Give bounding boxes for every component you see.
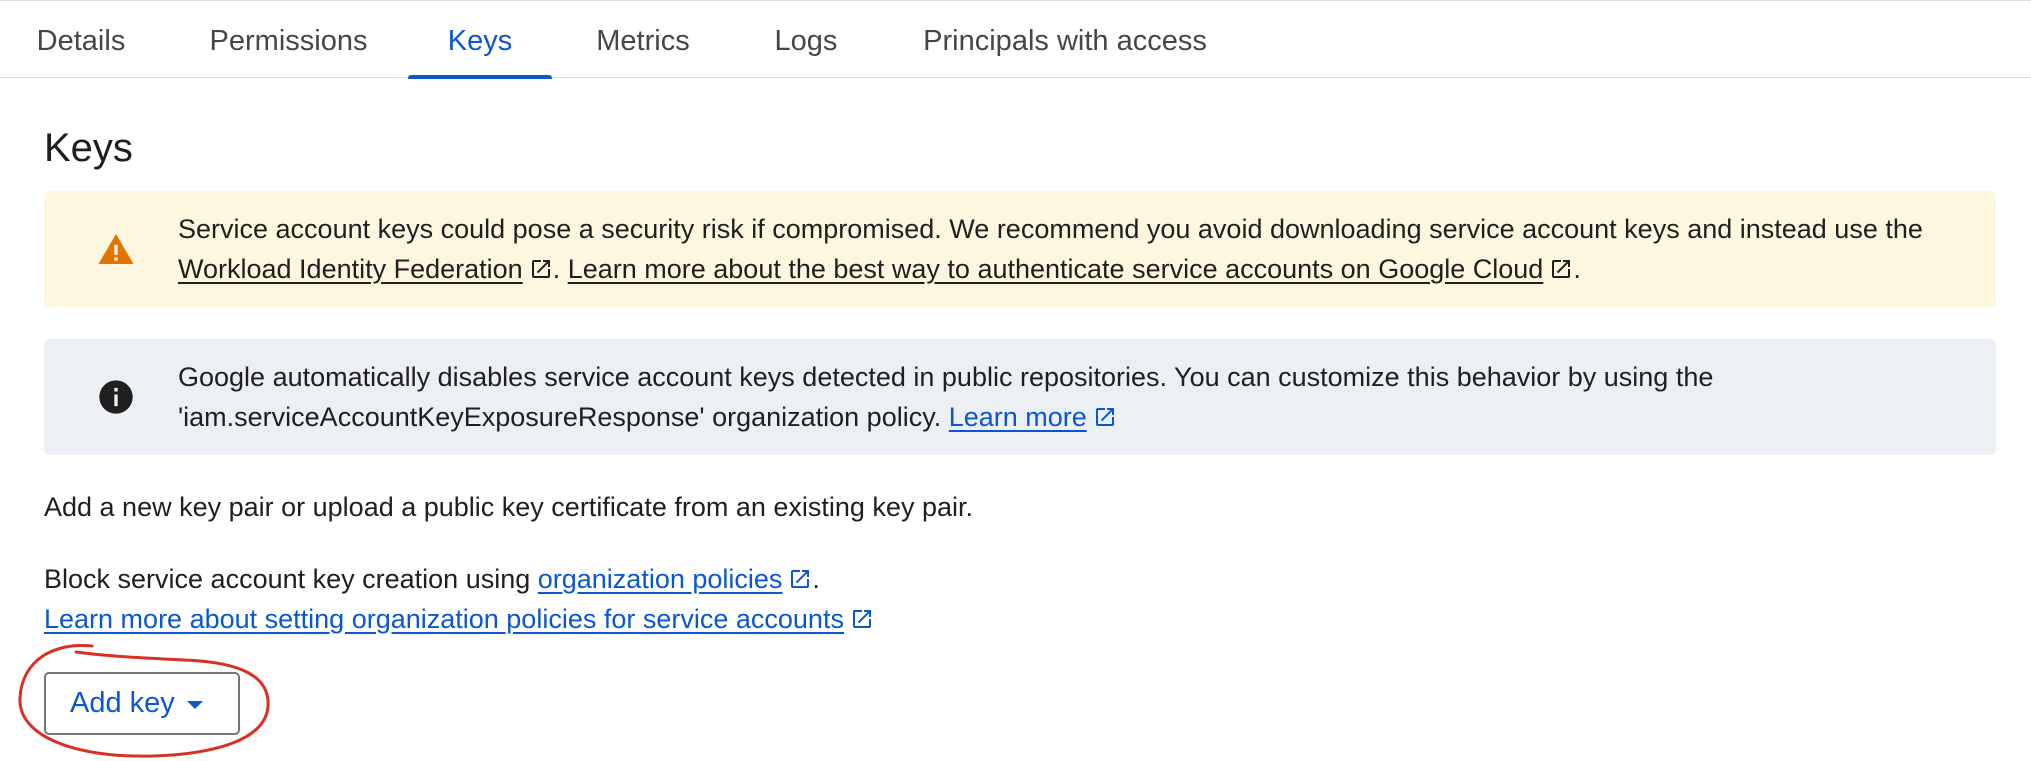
tab-details[interactable]: Details — [16, 4, 146, 78]
caret-down-icon — [186, 701, 203, 709]
security-warning-banner: Service account keys could pose a securi… — [44, 191, 1996, 307]
workload-identity-federation-link[interactable]: Workload Identity Federation — [178, 254, 523, 284]
external-link-icon — [1095, 408, 1114, 426]
tab-label: Metrics — [596, 24, 690, 57]
warning-icon — [98, 234, 134, 264]
add-key-button[interactable]: Add key — [44, 672, 240, 735]
tab-principals-with-access[interactable]: Principals with access — [910, 4, 1220, 78]
page-title: Keys — [44, 126, 133, 170]
tab-keys[interactable]: Keys — [408, 4, 552, 79]
warning-text-part: Service account keys could pose a securi… — [178, 214, 1923, 244]
info-text-part: Google automatically disables service ac… — [178, 362, 1714, 432]
info-icon — [99, 380, 133, 414]
info-text: Google automatically disables service ac… — [178, 357, 1956, 437]
authenticate-service-accounts-link[interactable]: Learn more about the best way to authent… — [568, 254, 1544, 284]
external-link-icon — [852, 610, 871, 628]
learn-more-org-policies-link[interactable]: Learn more about setting organization po… — [44, 604, 844, 634]
block-text-part: . — [812, 564, 820, 594]
external-link-icon — [791, 570, 810, 588]
tab-permissions[interactable]: Permissions — [196, 4, 381, 78]
tab-label: Principals with access — [923, 24, 1207, 57]
warning-text-part: . — [552, 254, 568, 284]
external-link-icon — [1552, 260, 1571, 278]
block-text-part: Block service account key creation using — [44, 564, 538, 594]
tab-bar: Details Permissions Keys Metrics Logs Pr… — [0, 4, 2031, 79]
tab-label: Logs — [774, 24, 838, 57]
tab-logs[interactable]: Logs — [756, 4, 856, 78]
warning-text: Service account keys could pose a securi… — [178, 209, 1956, 289]
external-link-icon — [531, 260, 550, 278]
tab-label: Permissions — [209, 24, 368, 57]
organization-policies-link[interactable]: organization policies — [538, 564, 783, 594]
tab-metrics[interactable]: Metrics — [582, 4, 704, 78]
add-key-label: Add key — [70, 687, 175, 719]
block-key-creation-text: Block service account key creation using… — [44, 559, 874, 639]
key-exposure-info-banner: Google automatically disables service ac… — [44, 339, 1996, 455]
warning-text-part: . — [1573, 254, 1581, 284]
tab-label: Keys — [447, 24, 513, 57]
learn-more-link[interactable]: Learn more — [949, 402, 1087, 432]
add-key-intro-text: Add a new key pair or upload a public ke… — [44, 492, 973, 522]
tab-label: Details — [36, 24, 126, 57]
